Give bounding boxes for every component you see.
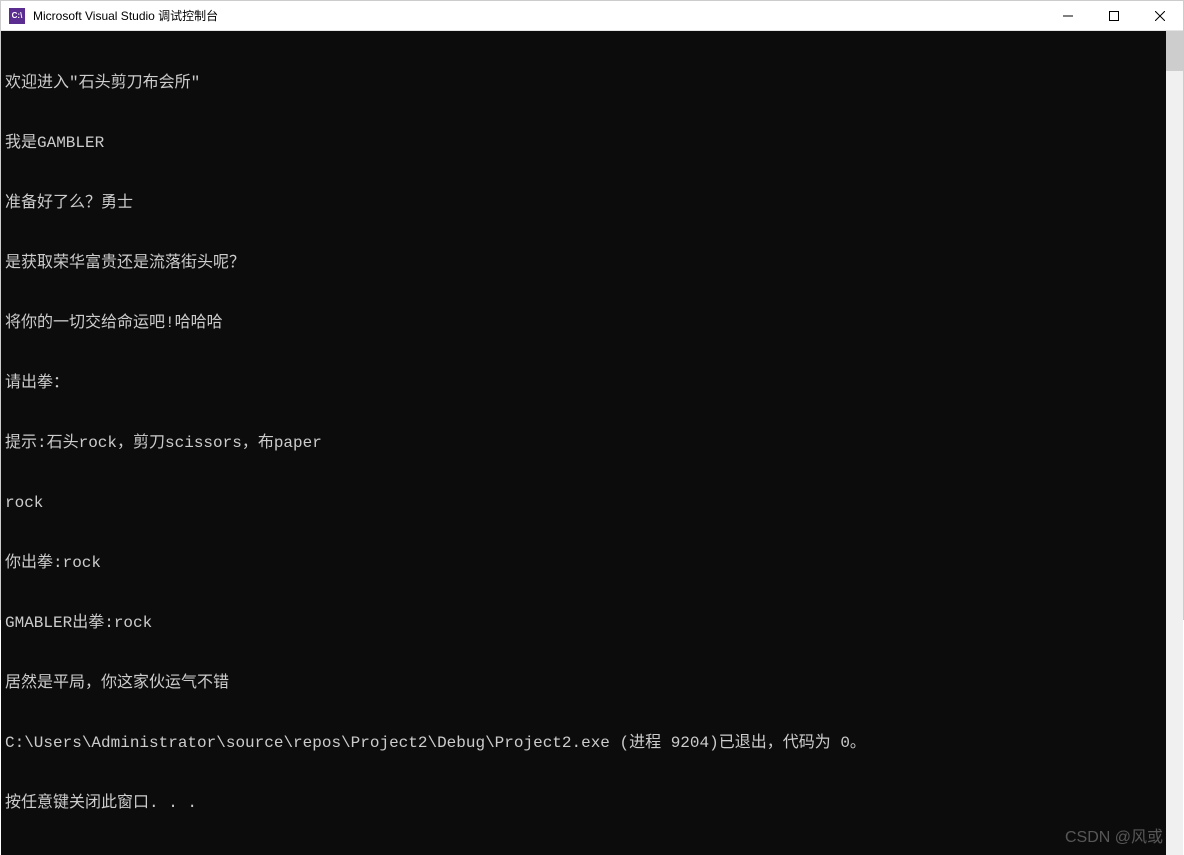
console-output[interactable]: 欢迎进入"石头剪刀布会所" 我是GAMBLER 准备好了么？勇士 是获取荣华富贵… xyxy=(1,31,1166,855)
console-line: 将你的一切交给命运吧!哈哈哈 xyxy=(5,313,1162,333)
minimize-icon xyxy=(1063,11,1073,21)
console-line: 欢迎进入"石头剪刀布会所" xyxy=(5,73,1162,93)
window-controls xyxy=(1045,1,1183,30)
console-line: 按任意键关闭此窗口. . . xyxy=(5,793,1162,813)
console-line: 是获取荣华富贵还是流落街头呢？ xyxy=(5,253,1162,273)
titlebar[interactable]: C:\ Microsoft Visual Studio 调试控制台 xyxy=(1,1,1183,31)
close-button[interactable] xyxy=(1137,1,1183,30)
console-area: 欢迎进入"石头剪刀布会所" 我是GAMBLER 准备好了么？勇士 是获取荣华富贵… xyxy=(1,31,1183,855)
console-line: 你出拳:rock xyxy=(5,553,1162,573)
console-line: 准备好了么？勇士 xyxy=(5,193,1162,213)
window-title: Microsoft Visual Studio 调试控制台 xyxy=(33,7,1045,24)
vertical-scrollbar[interactable] xyxy=(1166,31,1183,855)
minimize-button[interactable] xyxy=(1045,1,1091,30)
console-line: rock xyxy=(5,493,1162,513)
maximize-button[interactable] xyxy=(1091,1,1137,30)
console-line: GMABLER出拳:rock xyxy=(5,613,1162,633)
console-line: 我是GAMBLER xyxy=(5,133,1162,153)
console-line: 请出拳： xyxy=(5,373,1162,393)
console-line: 提示:石头rock，剪刀scissors，布paper xyxy=(5,433,1162,453)
scrollbar-thumb[interactable] xyxy=(1166,31,1183,71)
maximize-icon xyxy=(1109,11,1119,21)
app-icon: C:\ xyxy=(9,8,25,24)
console-window: C:\ Microsoft Visual Studio 调试控制台 欢迎进入"石… xyxy=(0,0,1184,620)
console-line: 居然是平局，你这家伙运气不错 xyxy=(5,673,1162,693)
close-icon xyxy=(1155,11,1165,21)
console-line: C:\Users\Administrator\source\repos\Proj… xyxy=(5,733,1162,753)
